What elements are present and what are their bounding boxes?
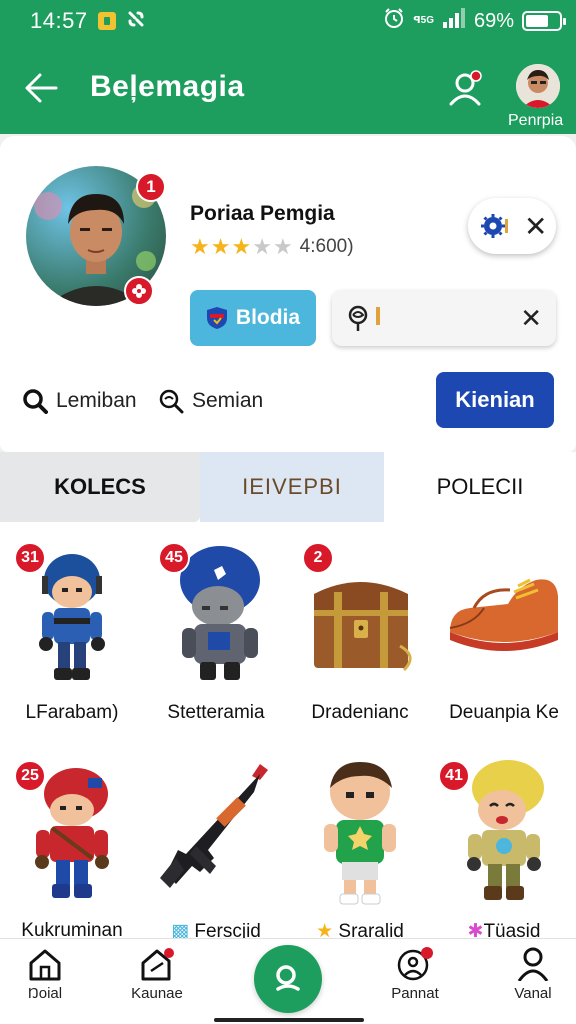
sim-icon [97, 12, 116, 30]
back-button[interactable] [22, 70, 62, 106]
primary-action-button[interactable]: Kienian [436, 372, 554, 428]
badge-button[interactable]: Blodia [190, 290, 316, 346]
signal-icon [442, 8, 466, 34]
grid-item[interactable]: 25 Kukruminan [0, 740, 144, 938]
item-badge: 45 [158, 542, 190, 574]
tab-kolecs[interactable]: KOLECS [0, 452, 200, 522]
battery-percent: 69% [473, 9, 514, 32]
star-icon: ★ [252, 234, 272, 259]
grid-item[interactable]: ★ Sraralid [288, 740, 432, 938]
item-label-text: Ferscjid [194, 921, 261, 938]
item-label: ★ Sraralid [288, 920, 432, 938]
stat-label: Lemiban [56, 389, 137, 412]
rating: ★★★★★ 4:600) [190, 234, 354, 260]
close-icon[interactable]: ✕ [524, 210, 547, 243]
nav-item-home[interactable]: Ŋoial [0, 947, 90, 1002]
stat-lemiban[interactable]: Lemiban [22, 388, 137, 414]
collection-grid: 31 LFarabam) 45 Stetteramia 2 Dradenianc [0, 522, 576, 938]
status-time: 14:57 [30, 8, 88, 33]
nav-item-vanal[interactable]: Vanal [488, 947, 576, 1002]
app-header: Beļemagia Penrpia [0, 42, 576, 134]
item-label: Kukruminan [21, 920, 123, 938]
item-badge: 25 [14, 760, 46, 792]
avatar-face-icon [516, 64, 560, 108]
battery-icon [522, 11, 566, 31]
nav-label: Vanal [514, 985, 552, 1002]
rose-icon [348, 305, 380, 331]
nav-label: Kaunae [131, 985, 183, 1002]
star-icon: ★ [316, 921, 339, 938]
item-label: Stetteramia [167, 702, 265, 723]
search-icon [159, 389, 184, 414]
item-label: ✱Tüasid [432, 920, 576, 938]
item-label: LFarabam) [25, 702, 119, 723]
tab-polecii[interactable]: POLECII [384, 452, 576, 522]
item-label: ▩ Ferscjid [144, 920, 288, 938]
profile-name: Poriaa Pemgia [190, 202, 335, 225]
stat-semian[interactable]: Semian [158, 388, 263, 414]
item-badge: 2 [302, 542, 334, 574]
item-badge: 31 [14, 542, 46, 574]
home-icon [29, 949, 61, 981]
search-icon [23, 389, 48, 414]
shield-icon [206, 307, 227, 329]
page-title: Beļemagia [90, 70, 245, 103]
item-label-text: Sraralid [338, 921, 404, 938]
grid-item[interactable]: Deuanpia Ke [432, 522, 576, 723]
filter-field[interactable]: ✕ [332, 290, 556, 346]
image-icon: ▩ [171, 921, 195, 938]
grid-item[interactable]: ▩ Ferscjid [144, 740, 288, 938]
status-right: ꟼ5G 69% [383, 7, 566, 35]
item-label-text: Tüasid [483, 921, 541, 938]
sparkle-icon: ✱ [467, 921, 484, 938]
star-icon: ★ [190, 234, 210, 259]
item-label: Deuanpia Ke [449, 702, 559, 723]
link-icon [126, 9, 146, 34]
profile-badge-icon [397, 947, 433, 981]
nav-item-kaunae[interactable]: Kaunae [112, 947, 202, 1002]
person-icon [517, 947, 549, 981]
profile-card: 1 Poriaa Pemgia ★★★★★ 4:600) ✕ Blodia ✕ … [0, 136, 576, 452]
person-add-icon [449, 70, 482, 106]
notification-badge: 1 [136, 172, 166, 202]
dismiss-chip[interactable]: ✕ [468, 198, 556, 254]
star-icon: ★ [210, 234, 231, 259]
status-bar: 14:57 ꟼ5G 69% [0, 0, 576, 42]
header-avatar-label: Penrpia [508, 112, 564, 129]
nav-label: Pannat [391, 985, 439, 1002]
badge-button-label: Blodia [235, 306, 301, 329]
search-fab-icon [276, 965, 300, 991]
rifle-icon [160, 764, 268, 888]
grid-item[interactable]: 2 Dradenianc [288, 522, 432, 723]
item-label: Dradenianc [311, 702, 409, 723]
flower-badge-icon [124, 276, 154, 306]
alarm-icon [383, 7, 405, 35]
network-label: ꟼ5G [413, 15, 434, 26]
grid-item[interactable]: 31 LFarabam) [0, 522, 144, 723]
home-indicator[interactable] [214, 1018, 364, 1022]
star-icon: ★ [231, 234, 252, 259]
item-badge: 41 [438, 760, 470, 792]
rating-stars: ★★★★★ [190, 234, 294, 260]
stat-label: Semian [192, 389, 264, 412]
rating-text: 4:600) [299, 236, 354, 257]
grid-item[interactable]: 41 ✱Tüasid [432, 740, 576, 938]
tab-ieivepbi[interactable]: IEIVEPBI [200, 452, 384, 522]
nav-label: Ŋoial [27, 985, 63, 1002]
home-notify-icon [141, 948, 174, 981]
gear-icon [481, 214, 508, 238]
clear-icon[interactable]: ✕ [520, 303, 542, 334]
profile-avatar[interactable]: 1 [26, 166, 166, 306]
star-icon: ★ [272, 234, 293, 259]
nav-item-pannat[interactable]: Pannat [370, 947, 460, 1002]
search-fab-button[interactable] [254, 945, 322, 1013]
boy-figure-icon [324, 762, 396, 905]
shoe-icon [449, 578, 558, 651]
person-add-button[interactable] [446, 68, 486, 108]
back-arrow-icon [25, 73, 58, 103]
tab-bar: KOLECS IEIVEPBI POLECII [0, 452, 576, 522]
header-avatar[interactable] [516, 64, 560, 108]
grid-item[interactable]: 45 Stetteramia [144, 522, 288, 723]
bottom-nav: Ŋoial Kaunae Pannat Vanal [0, 938, 576, 1024]
